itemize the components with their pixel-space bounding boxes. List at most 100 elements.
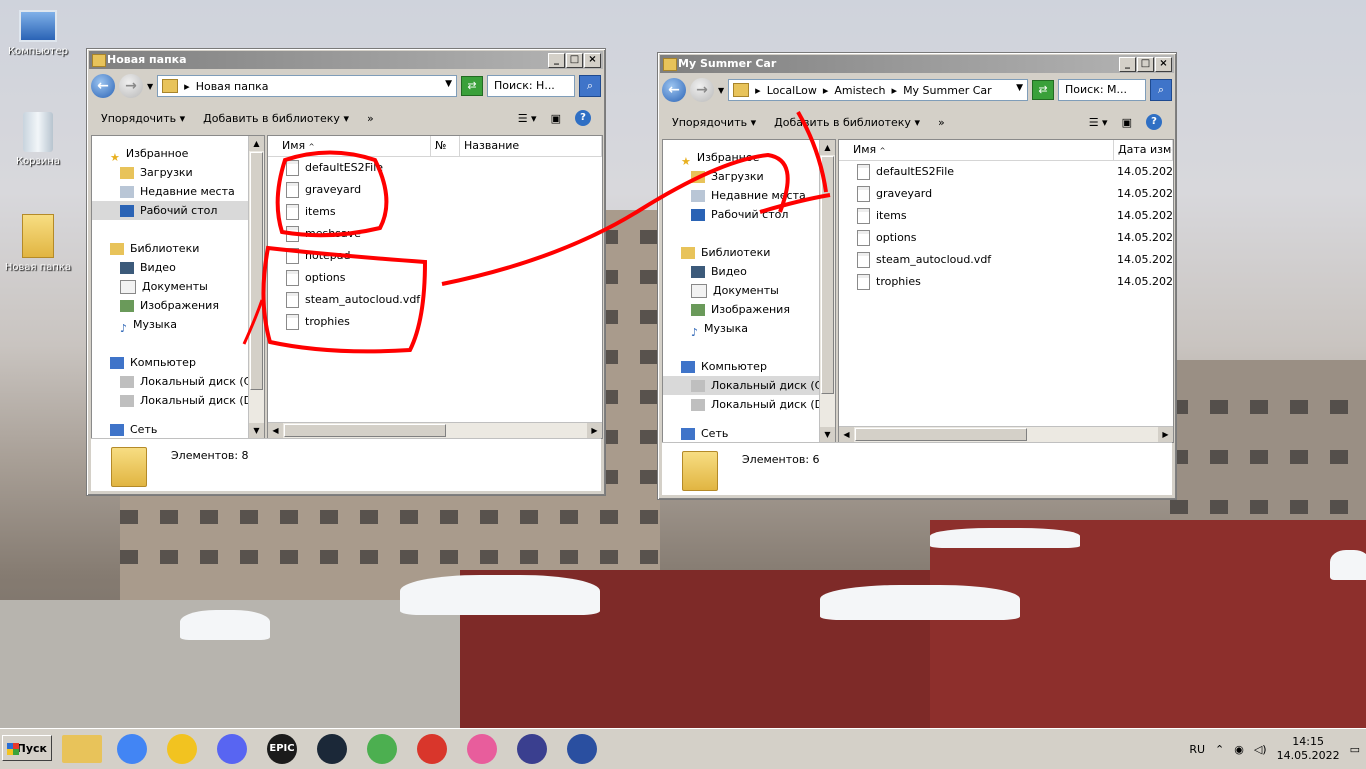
file-row[interactable]: graveyard 14.05.2022 bbox=[839, 183, 1173, 205]
history-dropdown-icon[interactable]: ▼ bbox=[718, 86, 724, 95]
minimize-button[interactable]: _ bbox=[548, 53, 565, 68]
nav-libraries[interactable]: Библиотеки bbox=[92, 239, 249, 258]
forward-button[interactable]: → bbox=[690, 78, 714, 102]
view-options-icon[interactable]: ☰ ▾ bbox=[1089, 116, 1108, 129]
desktop-icon-recycle-bin[interactable]: Корзина bbox=[0, 112, 76, 167]
column-title[interactable]: Название bbox=[460, 136, 602, 156]
scroll-up-icon[interactable]: ▲ bbox=[249, 136, 264, 151]
nav-music[interactable]: ♪ Музыка bbox=[663, 319, 820, 339]
back-button[interactable]: ← bbox=[662, 78, 686, 102]
file-list-hscrollbar[interactable]: ◀ ▶ bbox=[268, 422, 602, 438]
nav-disk-d[interactable]: Локальный диск (D:) bbox=[92, 391, 260, 410]
file-row[interactable]: graveyard bbox=[268, 179, 602, 201]
language-indicator[interactable]: RU bbox=[1189, 743, 1205, 756]
taskbar-app-discord[interactable] bbox=[212, 733, 252, 765]
breadcrumb-item[interactable]: Новая папка bbox=[196, 80, 269, 93]
address-field[interactable]: ▸ LocalLow ▸ Amistech ▸ My Summer Car ▼ bbox=[728, 79, 1028, 101]
add-to-library-button[interactable]: Добавить в библиотеку ▾ bbox=[774, 116, 920, 129]
file-row[interactable]: trophies 14.05.2022 bbox=[839, 271, 1173, 293]
more-commands-button[interactable]: » bbox=[938, 116, 945, 129]
scrollbar-thumb[interactable] bbox=[821, 156, 834, 394]
scroll-down-icon[interactable]: ▼ bbox=[820, 427, 835, 442]
taskbar-app-chrome[interactable] bbox=[112, 733, 152, 765]
nav-libraries[interactable]: Библиотеки bbox=[663, 243, 820, 262]
file-row[interactable]: options bbox=[268, 267, 602, 289]
help-icon[interactable]: ? bbox=[575, 110, 591, 126]
nav-network[interactable]: Сеть bbox=[663, 424, 820, 442]
column-name[interactable]: Имя ^ bbox=[268, 136, 431, 156]
taskbar-app-game[interactable] bbox=[512, 733, 552, 765]
taskbar-app-arma-launcher[interactable] bbox=[162, 733, 202, 765]
minimize-button[interactable]: _ bbox=[1119, 57, 1136, 72]
scroll-up-icon[interactable]: ▲ bbox=[820, 140, 835, 155]
taskbar-app-explorer[interactable] bbox=[62, 733, 102, 765]
maximize-button[interactable]: □ bbox=[1137, 57, 1154, 72]
breadcrumb-item[interactable]: LocalLow bbox=[767, 84, 817, 97]
organize-button[interactable]: Упорядочить ▾ bbox=[672, 116, 756, 129]
notification-icon[interactable]: ▭ bbox=[1350, 743, 1360, 756]
desktop-icon-new-folder[interactable]: Новая папка bbox=[0, 214, 76, 273]
maximize-button[interactable]: □ bbox=[566, 53, 583, 68]
taskbar-app-send-arrow[interactable] bbox=[362, 733, 402, 765]
desktop-icon-computer[interactable]: Компьютер bbox=[0, 10, 76, 57]
nav-images[interactable]: Изображения bbox=[663, 300, 820, 319]
explorer-window-new-folder[interactable]: Новая папка _ □ × ← → ▼ ▸ Новая папка ▼ … bbox=[86, 48, 606, 496]
close-button[interactable]: × bbox=[1155, 57, 1172, 72]
file-row[interactable]: trophies bbox=[268, 311, 602, 333]
nav-documents[interactable]: Документы bbox=[663, 281, 820, 300]
nav-disk-d[interactable]: Локальный диск (D:) bbox=[663, 395, 831, 414]
clock[interactable]: 14:15 14.05.2022 bbox=[1277, 735, 1340, 763]
taskbar-app-photos[interactable] bbox=[462, 733, 502, 765]
organize-button[interactable]: Упорядочить ▾ bbox=[101, 112, 185, 125]
nav-desktop[interactable]: Рабочий стол bbox=[92, 201, 249, 220]
nav-scrollbar[interactable]: ▲ ▼ bbox=[248, 136, 264, 438]
scroll-right-icon[interactable]: ▶ bbox=[1158, 427, 1173, 442]
title-bar[interactable]: Новая папка _ □ × bbox=[89, 51, 603, 69]
taskbar-app-paint[interactable] bbox=[562, 733, 602, 765]
nav-downloads[interactable]: Загрузки bbox=[663, 167, 820, 186]
file-row[interactable]: steam_autocloud.vdf 14.05.2022 bbox=[839, 249, 1173, 271]
taskbar-app-epic-games[interactable]: EPIC bbox=[262, 733, 302, 765]
file-row[interactable]: notepad bbox=[268, 245, 602, 267]
start-button[interactable]: Пуск bbox=[2, 735, 52, 761]
nav-disk-c[interactable]: Локальный диск (C:) bbox=[92, 372, 259, 391]
nav-favorites[interactable]: ★ Избранное bbox=[663, 148, 820, 168]
breadcrumb-item[interactable]: My Summer Car bbox=[903, 84, 992, 97]
back-button[interactable]: ← bbox=[91, 74, 115, 98]
search-input[interactable]: Поиск: Н... bbox=[487, 75, 575, 97]
chevron-down-icon[interactable]: ▼ bbox=[445, 79, 452, 89]
search-icon[interactable]: ⌕ bbox=[1150, 79, 1172, 101]
column-date-modified[interactable]: Дата измене bbox=[1114, 140, 1173, 160]
file-row[interactable]: meshsave bbox=[268, 223, 602, 245]
scrollbar-thumb[interactable] bbox=[284, 424, 446, 437]
title-bar[interactable]: My Summer Car _ □ × bbox=[660, 55, 1174, 73]
column-name[interactable]: Имя ^ bbox=[839, 140, 1114, 160]
nav-video[interactable]: Видео bbox=[663, 262, 820, 281]
file-row[interactable]: options 14.05.2022 bbox=[839, 227, 1173, 249]
breadcrumb-item[interactable]: Amistech bbox=[834, 84, 885, 97]
nav-documents[interactable]: Документы bbox=[92, 277, 249, 296]
add-to-library-button[interactable]: Добавить в библиотеку ▾ bbox=[203, 112, 349, 125]
scroll-left-icon[interactable]: ◀ bbox=[839, 427, 854, 442]
file-row[interactable]: items bbox=[268, 201, 602, 223]
nav-images[interactable]: Изображения bbox=[92, 296, 249, 315]
volume-icon[interactable]: ◁) bbox=[1254, 743, 1267, 756]
taskbar-app-ccleaner[interactable] bbox=[412, 733, 452, 765]
history-dropdown-icon[interactable]: ▼ bbox=[147, 82, 153, 91]
close-button[interactable]: × bbox=[584, 53, 601, 68]
file-list-hscrollbar[interactable]: ◀ ▶ bbox=[839, 426, 1173, 442]
scroll-left-icon[interactable]: ◀ bbox=[268, 423, 283, 438]
taskbar-app-steam[interactable] bbox=[312, 733, 352, 765]
address-field[interactable]: ▸ Новая папка ▼ bbox=[157, 75, 457, 97]
refresh-button[interactable]: ⇄ bbox=[461, 76, 483, 96]
file-list[interactable]: Имя ^ Дата измене defaultES2File 14.05.20… bbox=[838, 139, 1174, 443]
nav-downloads[interactable]: Загрузки bbox=[92, 163, 249, 182]
navigation-pane[interactable]: ★ Избранное Загрузки Недавние места Рабоч… bbox=[91, 135, 265, 439]
search-icon[interactable]: ⌕ bbox=[579, 75, 601, 97]
navigation-pane[interactable]: ★ Избранное Загрузки Недавние места Рабоч… bbox=[662, 139, 836, 443]
nav-desktop[interactable]: Рабочий стол bbox=[663, 205, 820, 224]
search-input[interactable]: Поиск: M... bbox=[1058, 79, 1146, 101]
chevron-down-icon[interactable]: ▼ bbox=[1016, 83, 1023, 93]
file-row[interactable]: items 14.05.2022 bbox=[839, 205, 1173, 227]
nav-recent-places[interactable]: Недавние места bbox=[92, 182, 249, 201]
